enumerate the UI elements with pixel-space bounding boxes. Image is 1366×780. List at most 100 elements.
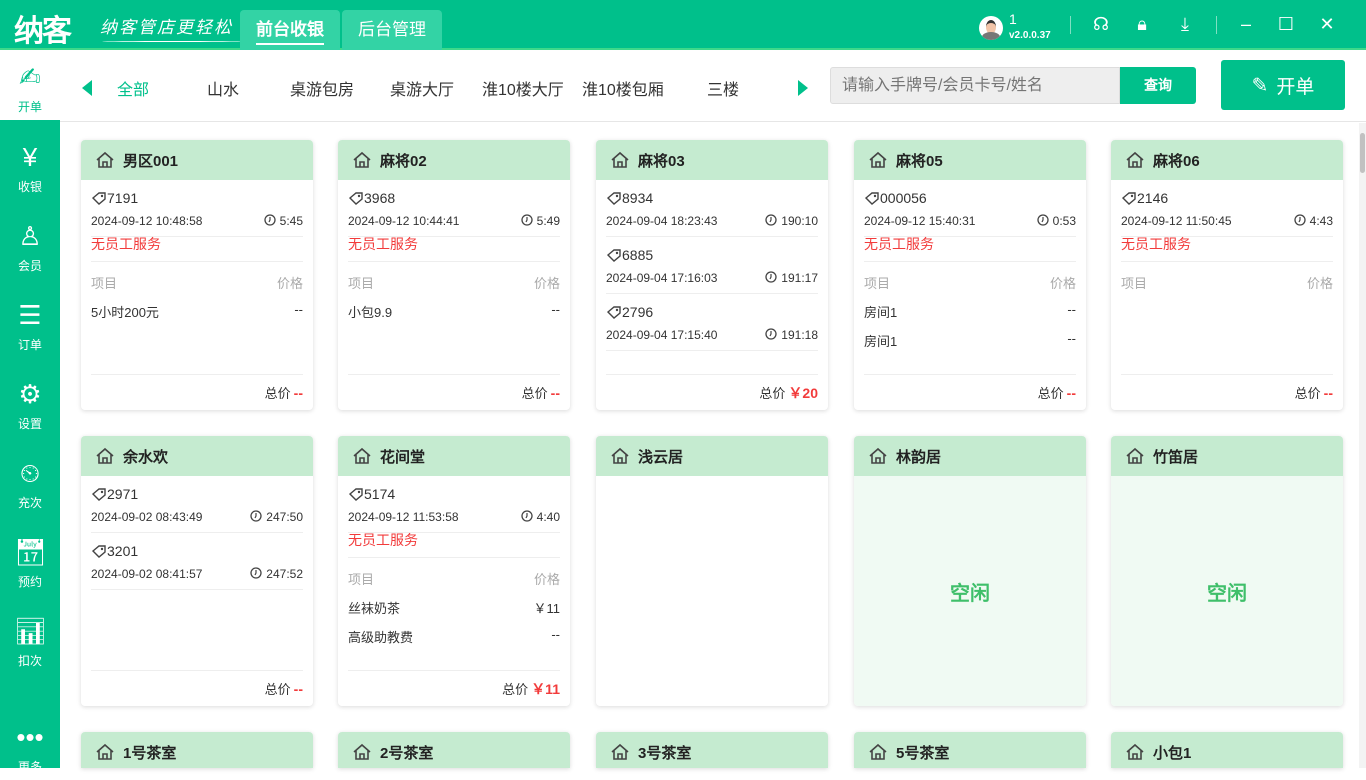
- order-entry[interactable]: 6885 2024-09-04 17:16:03 191:17: [606, 237, 818, 294]
- category-tab[interactable]: 全部: [117, 76, 149, 100]
- card-total: 总价 --: [1121, 374, 1333, 410]
- category-tab[interactable]: 桌游大厅: [390, 76, 454, 100]
- room-header: 麻将02: [338, 140, 570, 180]
- user-info[interactable]: 1 v2.0.0.37: [979, 12, 1051, 43]
- room-card[interactable]: 竹笛居 空闲: [1111, 436, 1343, 706]
- total-value: ￥11: [531, 681, 560, 697]
- house-icon: [611, 743, 629, 760]
- room-name: 1号茶室: [123, 744, 177, 762]
- item-header: 项目: [1121, 276, 1148, 291]
- tag-icon: [606, 249, 621, 262]
- clock-icon: [250, 567, 262, 579]
- room-card[interactable]: 2号茶室: [338, 732, 570, 768]
- cashier-icon: ¥: [22, 142, 38, 172]
- order-duration: 190:10: [781, 214, 818, 228]
- room-card[interactable]: 麻将06 2146 2024-09-12 11:50:45 4:43 无员工服务 项目 价格…: [1111, 140, 1343, 410]
- sidebar-item-gear[interactable]: ⚙ 设置: [0, 367, 60, 437]
- room-card[interactable]: 麻将02 3968 2024-09-12 10:44:41 5:49 无员工服务 项目 价格…: [338, 140, 570, 410]
- room-card[interactable]: 林韵居 空闲: [854, 436, 1086, 706]
- room-name: 2号茶室: [380, 744, 434, 762]
- sidebar-item-calendar[interactable]: 📅︎ 预约: [0, 525, 60, 595]
- member-icon: ♙: [18, 221, 42, 251]
- house-icon: [1126, 743, 1144, 760]
- next-arrow-icon[interactable]: [798, 80, 808, 96]
- room-header: 浅云居: [596, 436, 828, 476]
- maximize-icon[interactable]: ☐: [1275, 14, 1297, 35]
- category-tab[interactable]: 三楼: [707, 76, 739, 100]
- clock-icon: [520, 510, 533, 522]
- clock-icon: [1293, 214, 1306, 226]
- category-tab[interactable]: 山水: [207, 76, 239, 100]
- room-name: 麻将03: [638, 152, 685, 170]
- order-time: 2024-09-12 10:44:41: [348, 214, 460, 228]
- clock-icon: [765, 271, 777, 283]
- total-value: --: [1066, 385, 1076, 401]
- room-card[interactable]: 1号茶室: [81, 732, 313, 768]
- room-card[interactable]: 5号茶室: [854, 732, 1086, 768]
- tag-icon: [348, 192, 363, 205]
- category-tab[interactable]: 桌游包房: [290, 76, 354, 100]
- search-button[interactable]: 查询: [1120, 67, 1196, 104]
- order-entry[interactable]: 2796 2024-09-04 17:15:40 191:18: [606, 294, 818, 351]
- no-staff-label: 无员工服务: [348, 525, 560, 558]
- room-header: 5号茶室: [854, 732, 1086, 768]
- room-card[interactable]: 麻将05 000056 2024-09-12 15:40:31 0:53 无员工服务 项目…: [854, 140, 1086, 410]
- close-icon[interactable]: ✕: [1316, 14, 1338, 35]
- tab-front-cashier[interactable]: 前台收银: [240, 10, 340, 50]
- order-time: 2024-09-04 18:23:43: [606, 214, 718, 228]
- idle-status: 空闲: [1111, 476, 1343, 706]
- card-total: 总价 --: [91, 670, 303, 706]
- room-card[interactable]: 浅云居: [596, 436, 828, 706]
- lock-icon[interactable]: 🔒︎: [1131, 14, 1153, 35]
- order-entry[interactable]: 3201 2024-09-02 08:41:57 247:52: [91, 533, 303, 590]
- total-label: 总价: [264, 386, 291, 401]
- sidebar-item-cashier[interactable]: ¥ 收银: [0, 130, 60, 200]
- sidebar-item-label: 扣次: [17, 654, 42, 668]
- price-header: 价格: [276, 276, 303, 291]
- item-price: --: [551, 302, 560, 317]
- search-input[interactable]: [830, 67, 1120, 104]
- total-label: 总价: [264, 682, 291, 697]
- house-icon: [869, 151, 887, 168]
- order-duration: 247:52: [266, 567, 303, 581]
- card-total: 总价 --: [348, 374, 560, 410]
- clock-icon: [765, 214, 777, 226]
- idle-status: 空闲: [854, 476, 1086, 706]
- order-entry[interactable]: 8934 2024-09-04 18:23:43 190:10: [606, 180, 818, 237]
- item-header: 项目: [348, 276, 375, 291]
- item-price: ￥11: [533, 601, 561, 616]
- room-card[interactable]: 余水欢 2971 2024-09-02 08:43:49 247:50 3201 2024…: [81, 436, 313, 706]
- order-entry[interactable]: 2971 2024-09-02 08:43:49 247:50: [91, 476, 303, 533]
- sidebar-item-recharge[interactable]: ⏲ 充次: [0, 446, 60, 516]
- card-total: 总价 ￥11: [348, 670, 560, 706]
- category-tab[interactable]: 淮10楼包厢: [582, 76, 664, 100]
- room-card[interactable]: 男区001 7191 2024-09-12 10:48:58 5:45 无员工服务 项目 价…: [81, 140, 313, 410]
- divider: [1070, 16, 1071, 34]
- room-card[interactable]: 小包1: [1111, 732, 1343, 768]
- open-order-button[interactable]: ✎ 开单: [1221, 60, 1345, 110]
- prev-arrow-icon[interactable]: [82, 80, 92, 96]
- chart-icon: 📊︎: [14, 616, 48, 646]
- minimize-icon[interactable]: –: [1235, 14, 1257, 35]
- category-tab[interactable]: 淮10楼大厅: [482, 76, 564, 100]
- sidebar-item-order[interactable]: ☰ 订单: [0, 288, 60, 358]
- scrollbar[interactable]: [1359, 123, 1366, 768]
- order-code: 3968: [364, 190, 396, 206]
- sidebar-item-label: 会员: [17, 259, 42, 273]
- room-card[interactable]: 3号茶室: [596, 732, 828, 768]
- room-card[interactable]: 麻将03 8934 2024-09-04 18:23:43 190:10 6885 202…: [596, 140, 828, 410]
- slogan: 纳客管店更轻松: [100, 13, 243, 42]
- sidebar-item-edit[interactable]: ✍ 开单: [0, 50, 60, 120]
- support-icon[interactable]: ☊: [1090, 14, 1112, 35]
- item-header: 项目: [348, 572, 375, 587]
- tag-icon: [606, 192, 621, 205]
- total-value: --: [293, 385, 303, 401]
- sidebar-item-chart[interactable]: 📊︎ 扣次: [0, 604, 60, 674]
- total-value: --: [293, 681, 303, 697]
- sidebar-item-member[interactable]: ♙ 会员: [0, 209, 60, 279]
- sidebar-item-more[interactable]: ••• 更多: [0, 710, 60, 780]
- room-card[interactable]: 花间堂 5174 2024-09-12 11:53:58 4:40 无员工服务 项目 价格丝…: [338, 436, 570, 706]
- tab-backend[interactable]: 后台管理: [342, 10, 442, 50]
- download-icon[interactable]: ⤓: [1174, 14, 1196, 35]
- item-price: --: [551, 627, 560, 642]
